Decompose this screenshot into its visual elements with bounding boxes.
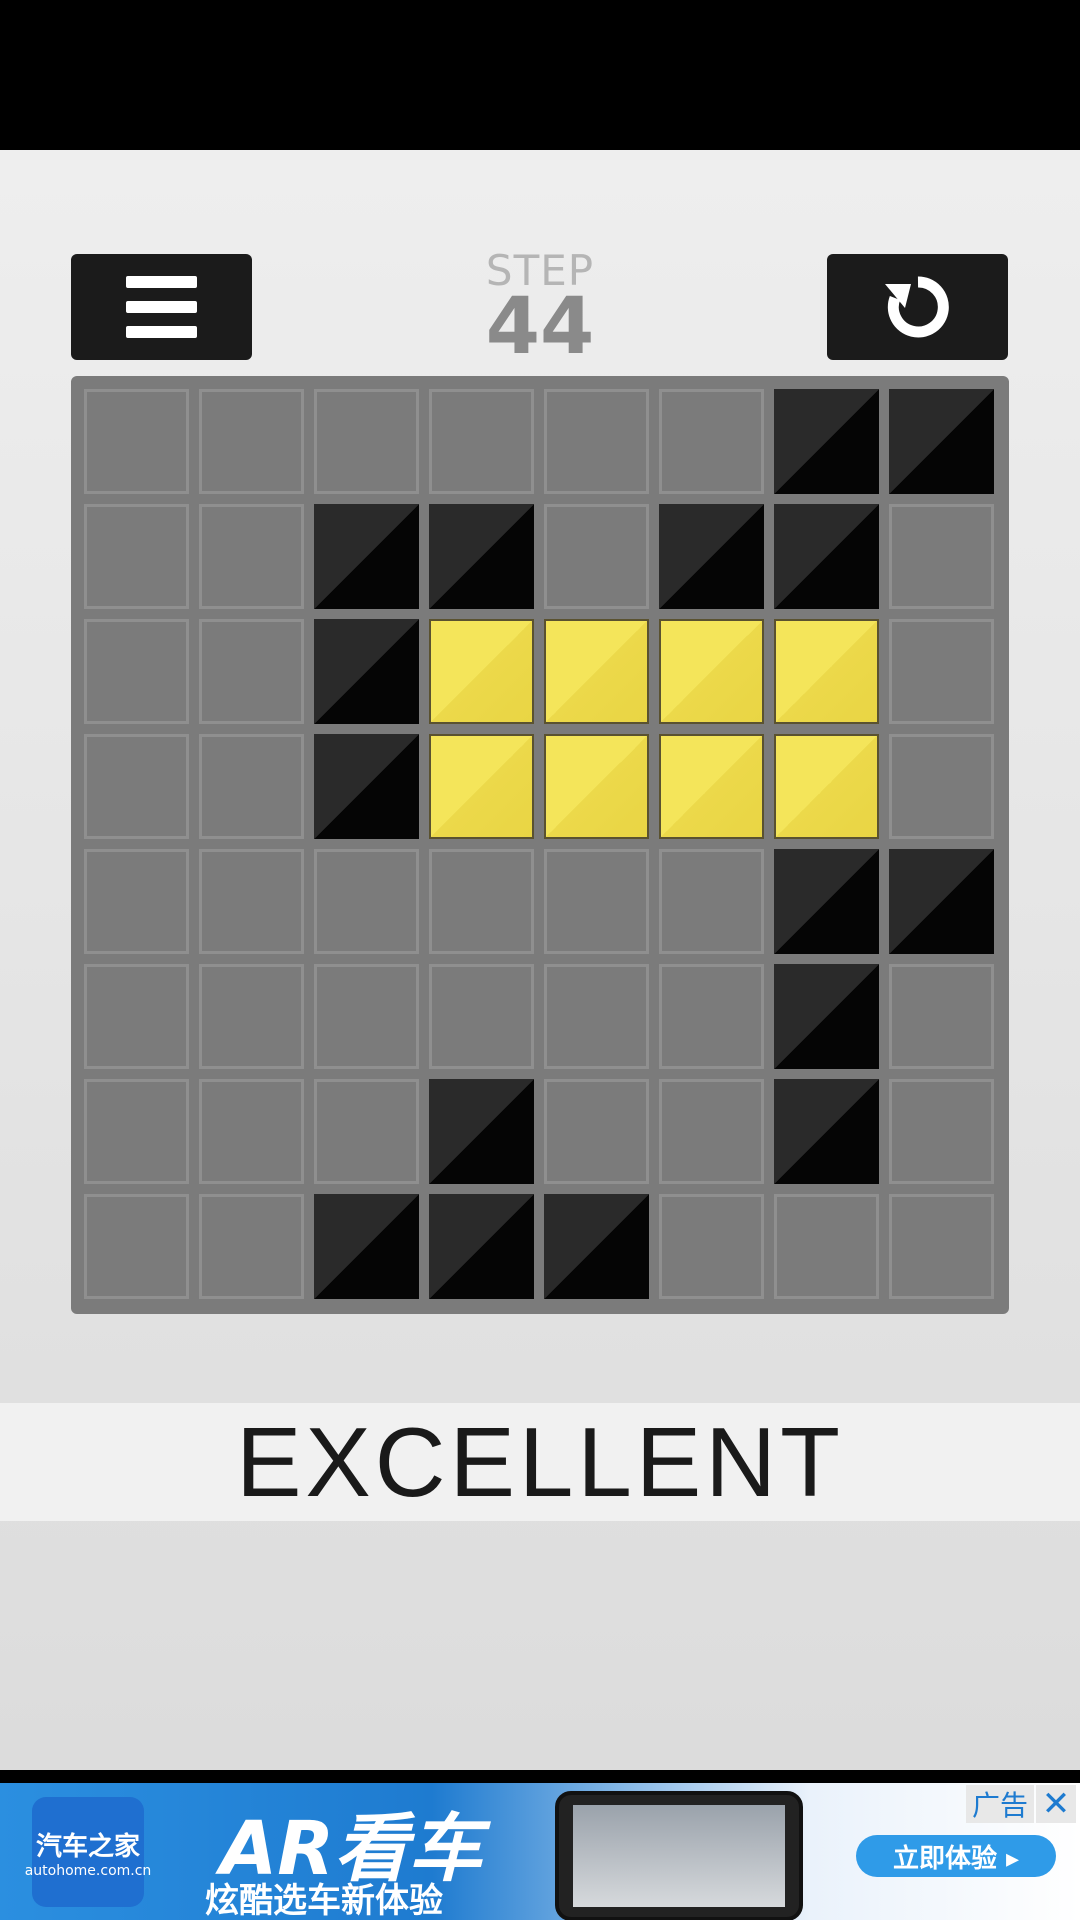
board-cell-black[interactable] — [429, 1079, 534, 1184]
board-cell-empty[interactable] — [84, 504, 189, 609]
board-cell-black[interactable] — [774, 389, 879, 494]
board-cell-empty[interactable] — [889, 504, 994, 609]
board-cell-empty[interactable] — [314, 389, 419, 494]
board-cell-black[interactable] — [774, 849, 879, 954]
board-cell-black[interactable] — [774, 504, 879, 609]
board-cell-empty[interactable] — [84, 849, 189, 954]
board-cell-yellow[interactable] — [774, 619, 879, 724]
board-cell-empty[interactable] — [199, 1079, 304, 1184]
board-cell-empty[interactable] — [659, 389, 764, 494]
ad-cta-button[interactable]: 立即体验 ▸ — [856, 1835, 1056, 1877]
board-cell-black[interactable] — [429, 504, 534, 609]
board-cell-yellow[interactable] — [544, 734, 649, 839]
ad-subline: 炫酷选车新体验 — [205, 1881, 443, 1920]
board-cell-black[interactable] — [774, 964, 879, 1069]
board-cell-empty[interactable] — [544, 849, 649, 954]
ad-logo-name: 汽车之家 — [35, 1831, 140, 1862]
ad-car-image — [573, 1805, 785, 1907]
board-cell-empty[interactable] — [889, 619, 994, 724]
menu-button[interactable] — [71, 254, 252, 360]
board-cell-black[interactable] — [429, 1194, 534, 1299]
board-cell-empty[interactable] — [889, 734, 994, 839]
ad-close-button[interactable]: ✕ — [1036, 1784, 1076, 1824]
ad-tag: 广告 — [966, 1785, 1034, 1823]
board-cell-empty[interactable] — [84, 734, 189, 839]
board-cell-yellow[interactable] — [429, 619, 534, 724]
board-cell-black[interactable] — [314, 504, 419, 609]
board-cell-empty[interactable] — [84, 1194, 189, 1299]
board-cell-empty[interactable] — [84, 389, 189, 494]
hamburger-icon — [126, 276, 197, 338]
board-cell-empty[interactable] — [889, 964, 994, 1069]
board-cell-empty[interactable] — [84, 964, 189, 1069]
step-counter: 44 — [485, 282, 595, 372]
board-cell-empty[interactable] — [889, 1079, 994, 1184]
board-cell-empty[interactable] — [199, 504, 304, 609]
reset-button[interactable] — [827, 254, 1008, 360]
game-board — [71, 376, 1009, 1314]
board-cell-yellow[interactable] — [429, 734, 534, 839]
board-cell-empty[interactable] — [314, 964, 419, 1069]
board-cell-empty[interactable] — [659, 849, 764, 954]
board-cell-empty[interactable] — [199, 619, 304, 724]
board-cell-black[interactable] — [889, 389, 994, 494]
board-cell-empty[interactable] — [429, 964, 534, 1069]
board-cell-empty[interactable] — [199, 849, 304, 954]
board-cell-empty[interactable] — [889, 1194, 994, 1299]
board-cell-empty[interactable] — [429, 389, 534, 494]
board-cell-black[interactable] — [314, 619, 419, 724]
board-cell-empty[interactable] — [84, 1079, 189, 1184]
result-text: EXCELLENT — [236, 1406, 844, 1517]
board-cell-empty[interactable] — [544, 964, 649, 1069]
board-cell-black[interactable] — [889, 849, 994, 954]
board-cell-empty[interactable] — [429, 849, 534, 954]
board-cell-yellow[interactable] — [544, 619, 649, 724]
ad-logo-url: autohome.com.cn — [24, 1862, 152, 1879]
reset-icon — [884, 276, 949, 338]
board-cell-yellow[interactable] — [659, 619, 764, 724]
ad-logo: 汽车之家 autohome.com.cn — [25, 1797, 151, 1907]
board-cell-empty[interactable] — [314, 1079, 419, 1184]
board-cell-empty[interactable] — [544, 1079, 649, 1184]
board-cell-empty[interactable] — [774, 1194, 879, 1299]
board-cell-empty[interactable] — [199, 1194, 304, 1299]
board-cell-empty[interactable] — [199, 964, 304, 1069]
result-banner: EXCELLENT — [0, 1403, 1080, 1521]
ad-phone-image — [555, 1791, 803, 1920]
board-cell-black[interactable] — [544, 1194, 649, 1299]
board-cell-yellow[interactable] — [774, 734, 879, 839]
board-cell-black[interactable] — [774, 1079, 879, 1184]
ad-banner[interactable]: 汽车之家 autohome.com.cn AR看车 炫酷选车新体验 立即体验 ▸ — [0, 1783, 1080, 1920]
board-cell-empty[interactable] — [544, 504, 649, 609]
board-cell-empty[interactable] — [199, 389, 304, 494]
board-cell-black[interactable] — [314, 734, 419, 839]
board-cell-empty[interactable] — [659, 964, 764, 1069]
board-cell-empty[interactable] — [544, 389, 649, 494]
board-cell-empty[interactable] — [314, 849, 419, 954]
board-cell-empty[interactable] — [199, 734, 304, 839]
board-cell-black[interactable] — [314, 1194, 419, 1299]
board-cell-empty[interactable] — [659, 1079, 764, 1184]
board-cell-empty[interactable] — [659, 1194, 764, 1299]
board-cell-black[interactable] — [659, 504, 764, 609]
board-cell-yellow[interactable] — [659, 734, 764, 839]
board-cell-empty[interactable] — [84, 619, 189, 724]
